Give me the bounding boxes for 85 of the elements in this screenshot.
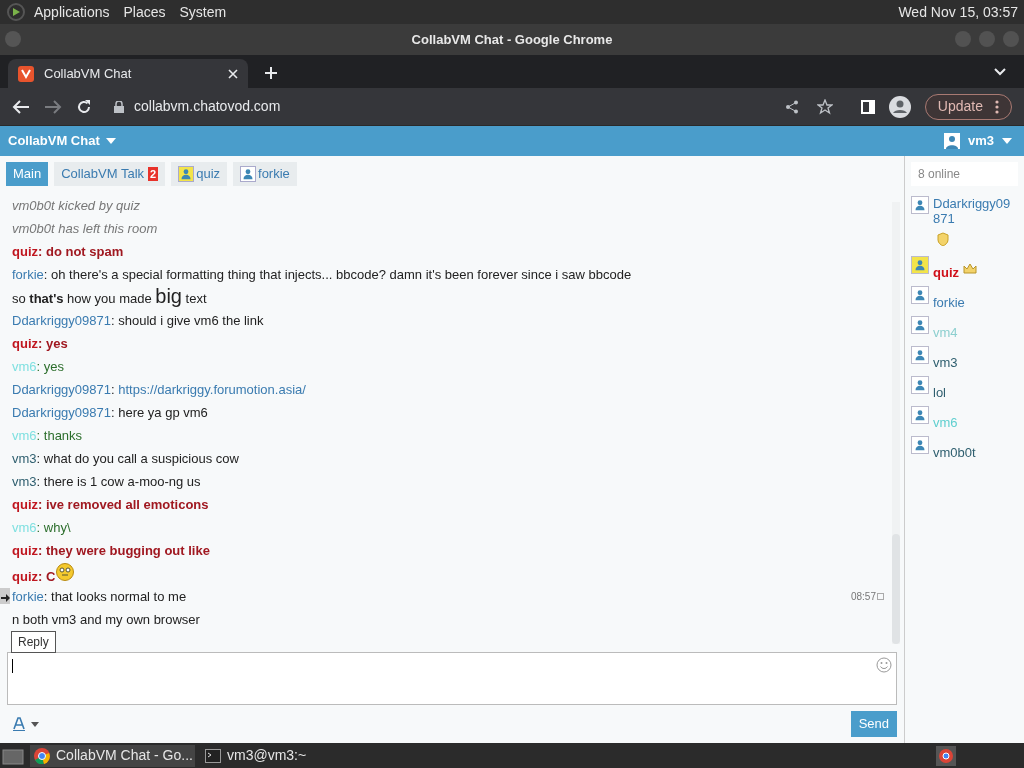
browser-tab[interactable]: CollabVM Chat — [8, 59, 248, 88]
taskbar-button[interactable]: vm3@vm3:~ — [201, 744, 351, 767]
terminal-icon — [205, 748, 221, 763]
user-avatar-icon — [911, 346, 929, 364]
url-text[interactable]: collabvm.chatovod.com — [134, 96, 281, 117]
unread-badge: 2 — [148, 167, 159, 181]
user-name[interactable]: vm3 — [933, 355, 958, 370]
shield-icon — [937, 231, 949, 246]
clock: Wed Nov 15, 03:57 — [898, 2, 1018, 22]
online-count: 8 online — [911, 162, 1018, 186]
chat-title[interactable]: CollabVM Chat — [8, 131, 116, 151]
share-icon[interactable] — [784, 99, 799, 114]
bookmark-star-icon[interactable] — [816, 98, 833, 115]
chat-message: vm6: thanks — [12, 427, 83, 444]
user-name[interactable]: forkie — [933, 295, 965, 310]
user-menu[interactable]: vm3 — [943, 131, 1012, 151]
side-panel-icon[interactable] — [860, 99, 875, 114]
user-avatar-icon — [911, 406, 929, 424]
chat-message: forkie: oh there's a special formatting thing that injects... bbcode? damn it's been forever since i saw bbcode — [12, 266, 632, 283]
site-favicon-icon — [18, 65, 34, 82]
user-avatar-icon — [911, 196, 929, 214]
chat-message: quiz: ive removed all emoticons — [12, 496, 209, 513]
lock-icon — [114, 100, 124, 113]
checkbox-icon[interactable] — [877, 593, 884, 600]
more-icon[interactable] — [995, 99, 999, 114]
user-name[interactable]: vm0b0t — [933, 445, 976, 460]
chat-message: vm0b0t kicked by quiz — [12, 197, 140, 214]
close-icon[interactable] — [228, 68, 238, 79]
chat-message: Ddarkriggy09871: here ya gp vm6 — [12, 404, 208, 421]
taskbar-button[interactable]: CollabVM Chat - Go... — [30, 744, 195, 767]
user-avatar-icon — [911, 376, 929, 394]
user-avatar-icon — [911, 436, 929, 454]
user-name[interactable]: quiz — [933, 265, 959, 280]
chat-message: vm0b0t has left this room — [12, 220, 158, 237]
chat-message: vm3: there is 1 cow a-moo-ng us — [12, 473, 201, 490]
chat-message: n both vm3 and my own browser — [12, 611, 200, 628]
distro-logo-icon[interactable] — [6, 2, 26, 22]
emoji-icon[interactable] — [876, 657, 892, 673]
chat-message: vm6: yes — [12, 358, 65, 375]
chat-tab[interactable]: forkie — [233, 162, 297, 186]
user-avatar-icon — [911, 256, 929, 274]
caret-icon — [105, 138, 116, 144]
chat-message: so that's how you made big text — [12, 288, 207, 307]
chat-message: vm6: why\ — [12, 519, 71, 536]
caret-icon — [1002, 138, 1012, 144]
user-avatar-icon — [943, 133, 960, 149]
show-desktop-icon[interactable] — [2, 746, 24, 765]
chat-message: Ddarkriggy09871: should i give vm6 the link — [12, 312, 264, 329]
chat-message: quiz: yes — [12, 335, 68, 352]
reload-icon[interactable] — [76, 98, 92, 115]
reply-icon[interactable] — [0, 588, 10, 604]
tooltip: Reply — [11, 631, 56, 653]
user-avatar-icon — [911, 286, 929, 304]
back-icon[interactable] — [12, 98, 30, 115]
chat-message: quiz: they were bugging out like — [12, 542, 210, 559]
caret-icon[interactable] — [31, 721, 39, 727]
profile-avatar-icon[interactable] — [888, 95, 911, 118]
chrome-icon — [34, 747, 50, 764]
menu-item[interactable]: Applications — [34, 1, 110, 23]
chat-message: forkie: that looks normal to me — [12, 588, 187, 605]
crown-icon — [963, 262, 977, 275]
menu-item[interactable]: System — [179, 1, 227, 23]
menu-item[interactable]: Places — [123, 1, 166, 23]
chat-message: quiz: C — [12, 562, 75, 585]
new-tab-icon[interactable] — [264, 66, 278, 80]
chrome-tray-icon[interactable] — [936, 745, 956, 766]
tab-list-icon[interactable] — [994, 68, 1006, 76]
message-input[interactable] — [7, 652, 897, 705]
chat-tab[interactable]: CollabVM Talk 2 — [54, 162, 166, 186]
text-format-icon[interactable] — [13, 717, 25, 731]
forward-icon[interactable] — [44, 98, 62, 115]
chat-message: Ddarkriggy09871: https://darkriggy.forumotion.asia/ — [12, 381, 306, 398]
send-button[interactable]: Send — [850, 711, 897, 737]
chat-tab[interactable]: quiz — [171, 162, 228, 186]
user-name[interactable]: lol — [933, 385, 946, 400]
tab-title: CollabVM Chat — [44, 64, 132, 83]
user-name[interactable]: Ddarkriggy09871 — [933, 196, 1017, 226]
window-title: CollabVM Chat - Google Chrome — [411, 30, 613, 49]
emoticon-icon — [56, 562, 75, 581]
message-time: 08:57 — [850, 589, 884, 604]
user-avatar-icon — [911, 316, 929, 334]
chat-message: quiz: do not spam — [12, 243, 124, 260]
update-button[interactable]: Update — [924, 93, 1012, 120]
chat-tab[interactable]: Main — [6, 162, 49, 186]
chat-message: vm3: what do you call a suspicious cow — [12, 450, 239, 467]
